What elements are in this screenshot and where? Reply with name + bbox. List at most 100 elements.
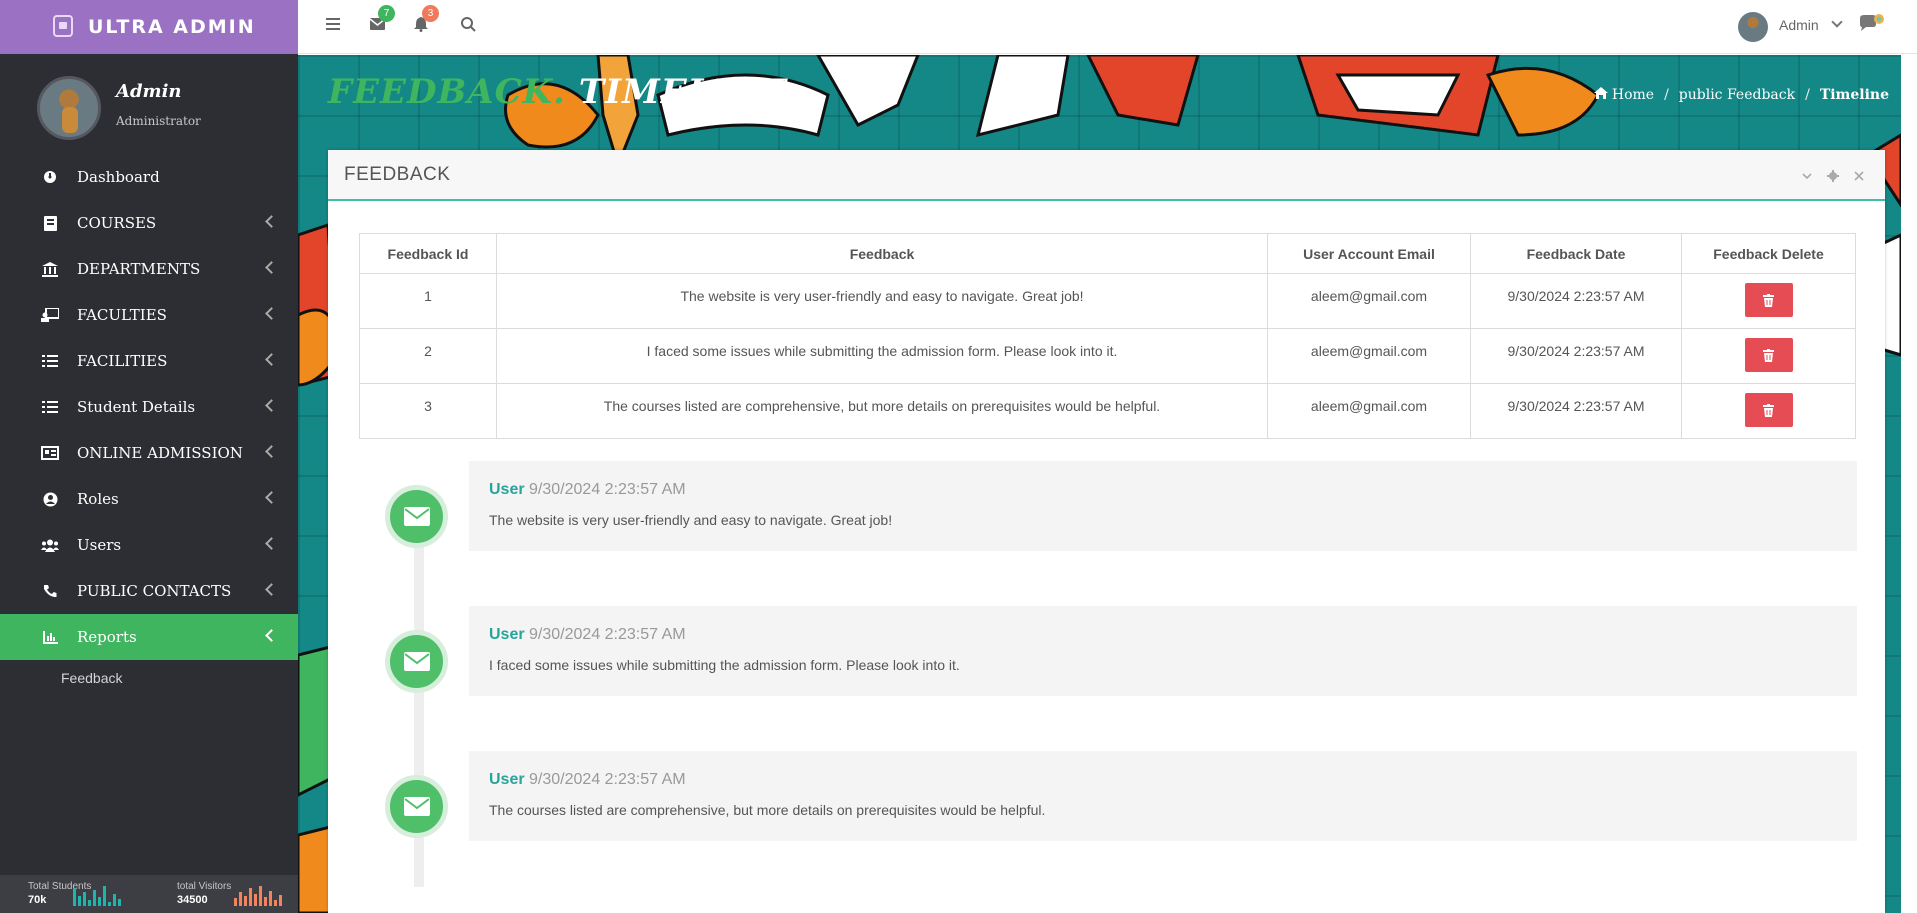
cell-id: 1 [359,273,497,329]
sidebar-item-faculties[interactable]: FACULTIES [0,292,298,338]
column-header-feedback: Feedback [496,233,1268,274]
app-root: ULTRA ADMIN Admin Administrator Dashboar… [0,0,1917,913]
brand-name: ULTRA ADMIN [88,16,256,38]
submenu-item-feedback[interactable]: Feedback [0,660,298,696]
page-title: FEEDBACK. TIMELINE [328,72,788,112]
timeline-badge [385,630,448,693]
sparkline-students [73,884,121,906]
stat-total-visitors: total Visitors 34500 [149,875,298,913]
timeline-heading: User 9/30/2024 2:23:57 AM [489,626,1837,644]
chevron-left-icon [265,445,278,458]
chevron-left-icon [265,353,278,366]
sidebar-item-label: COURSES [77,214,157,232]
breadcrumb-home-label: Home [1611,87,1655,103]
timeline-body: User 9/30/2024 2:23:57 AM The website is… [469,461,1857,551]
menu-toggle-icon[interactable] [326,17,344,35]
timeline-user: User [489,481,525,498]
cell-id: 3 [359,383,497,439]
search-icon[interactable] [461,17,479,35]
table-header-row: Feedback Id Feedback User Account Email … [359,233,1856,274]
timeline-text: The website is very user-friendly and ea… [489,512,893,528]
sidebar-item-public-contacts[interactable]: PUBLIC CONTACTS [0,568,298,614]
timeline-body: User 9/30/2024 2:23:57 AM The courses li… [469,751,1857,841]
user-circle-icon [41,491,59,507]
sidebar-item-label: DEPARTMENTS [77,260,201,278]
sidebar-item-label: FACILITIES [77,352,168,370]
column-header-delete: Feedback Delete [1681,233,1856,274]
sidebar-item-label: Users [77,536,122,554]
notifications-button[interactable]: 3 [414,5,439,35]
breadcrumb-public-feedback[interactable]: public Feedback [1679,87,1795,103]
cell-delete [1681,328,1856,384]
timeline-badge [385,485,448,548]
user-menu-label[interactable]: Admin [1779,17,1819,33]
chevron-left-icon [265,261,278,274]
sidebar-footer: Total Students 70k total Visitors 34500 [0,875,298,913]
breadcrumb-home[interactable]: Home [1593,87,1655,103]
sidebar-item-courses[interactable]: COURSES [0,200,298,246]
trash-icon [1763,403,1774,417]
chevron-down-icon[interactable] [1831,16,1843,28]
cell-date: 9/30/2024 2:23:57 AM [1470,328,1682,384]
brand-bar[interactable]: ULTRA ADMIN [0,0,298,54]
id-card-icon [41,445,59,461]
chevron-left-icon [265,583,278,596]
user-avatar[interactable] [1738,12,1768,42]
timeline-body: User 9/30/2024 2:23:57 AM I faced some i… [469,606,1857,696]
sidebar-item-label: Reports [77,628,137,646]
sidebar-item-departments[interactable]: DEPARTMENTS [0,246,298,292]
dashboard-icon [41,169,59,185]
cell-delete [1681,383,1856,439]
delete-button[interactable] [1744,283,1793,317]
users-icon [41,537,59,553]
profile-name: Admin [116,81,182,102]
delete-button[interactable] [1744,338,1793,372]
sidebar-item-online-admission[interactable]: ONLINE ADMISSION [0,430,298,476]
sidebar-item-users[interactable]: Users [0,522,298,568]
timeline-text: I faced some issues while submitting the… [489,657,960,673]
cell-email: aleem@gmail.com [1267,328,1471,384]
panel-tools [1801,170,1865,182]
close-icon[interactable] [1853,170,1865,182]
profile-avatar[interactable] [37,76,101,140]
feedback-panel: FEEDBACK Feedback Id Feedback User Accou… [328,150,1885,913]
breadcrumb: Home / public Feedback / Timeline [1593,87,1889,103]
collapse-icon[interactable] [1801,170,1813,182]
envelope-icon [403,652,430,671]
book-icon [41,215,59,231]
cell-id: 2 [359,328,497,384]
sidebar-item-reports[interactable]: Reports [0,614,298,660]
breadcrumb-separator: / [1805,87,1810,103]
timeline-text: The courses listed are comprehensive, bu… [489,802,1046,818]
sidebar-item-facilities[interactable]: FACILITIES [0,338,298,384]
table-row: 3 The courses listed are comprehensive, … [359,383,1856,439]
messages-button[interactable]: 7 [369,5,395,35]
column-header-email: User Account Email [1267,233,1471,274]
cell-feedback: The website is very user-friendly and ea… [496,273,1268,329]
sidebar-item-roles[interactable]: Roles [0,476,298,522]
timeline-user: User [489,771,525,788]
page-title-part1: FEEDBACK. [328,72,567,112]
gear-icon[interactable] [1827,170,1839,182]
cell-email: aleem@gmail.com [1267,383,1471,439]
timeline-user: User [489,626,525,643]
envelope-icon [403,797,430,816]
sidebar-menu: Dashboard COURSES DEPARTMENTS FACULTIES … [0,154,298,696]
list-icon [41,353,59,369]
chevron-left-icon [265,537,278,550]
sidebar-item-label: Dashboard [77,168,160,186]
cell-delete [1681,273,1856,329]
sidebar-item-dashboard[interactable]: Dashboard [0,154,298,200]
delete-button[interactable] [1744,393,1793,427]
timeline-heading: User 9/30/2024 2:23:57 AM [489,771,1837,789]
sidebar-item-label: ONLINE ADMISSION [77,444,243,462]
timeline-date: 9/30/2024 2:23:57 AM [529,771,686,788]
chat-icon[interactable] [1858,14,1884,32]
page-title-part2: TIMELINE [578,72,789,112]
sidebar-item-student-details[interactable]: Student Details [0,384,298,430]
list-icon [41,399,59,415]
cell-feedback: I faced some issues while submitting the… [496,328,1268,384]
messages-count-badge: 7 [378,5,395,22]
brand-logo-icon [53,15,73,37]
column-header-id: Feedback Id [359,233,497,274]
